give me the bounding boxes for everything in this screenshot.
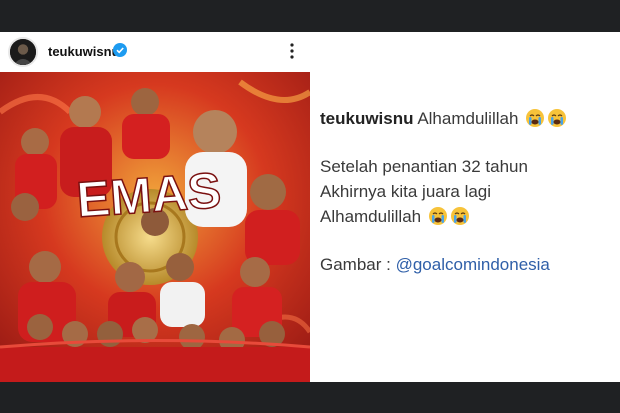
avatar[interactable]: [8, 37, 38, 67]
screenshot-frame: teukuwisnu EMAS teukuwisnu Alhamdulillah…: [0, 32, 620, 382]
caption-line-2: Setelah penantian 32 tahun: [320, 157, 528, 176]
crying-face-icon: [428, 207, 447, 225]
verified-badge-icon: [113, 43, 127, 57]
more-options-icon[interactable]: [284, 39, 300, 63]
username[interactable]: teukuwisnu: [48, 44, 120, 59]
post-overlay-title: EMAS: [75, 162, 223, 228]
caption-line-4-text: Alhamdulillah: [320, 207, 422, 226]
post-image[interactable]: EMAS: [0, 72, 310, 382]
post-header: teukuwisnu: [0, 32, 310, 72]
caption: teukuwisnu Alhamdulillah Setelah penanti…: [320, 106, 615, 277]
caption-first-line: Alhamdulillah: [417, 109, 519, 128]
caption-line-1: teukuwisnu Alhamdulillah: [320, 106, 615, 131]
credit-mention-link[interactable]: @goalcomindonesia: [396, 255, 550, 274]
caption-line-4: Alhamdulillah: [320, 204, 615, 229]
credit-label: Gambar :: [320, 255, 391, 274]
caption-username[interactable]: teukuwisnu: [320, 109, 414, 128]
caption-credit: Gambar : @goalcomindonesia: [320, 252, 615, 277]
crying-face-icon: [548, 109, 567, 127]
caption-line-3: Akhirnya kita juara lagi: [320, 182, 492, 201]
crying-face-icon: [450, 207, 469, 225]
crying-face-icon: [526, 109, 545, 127]
